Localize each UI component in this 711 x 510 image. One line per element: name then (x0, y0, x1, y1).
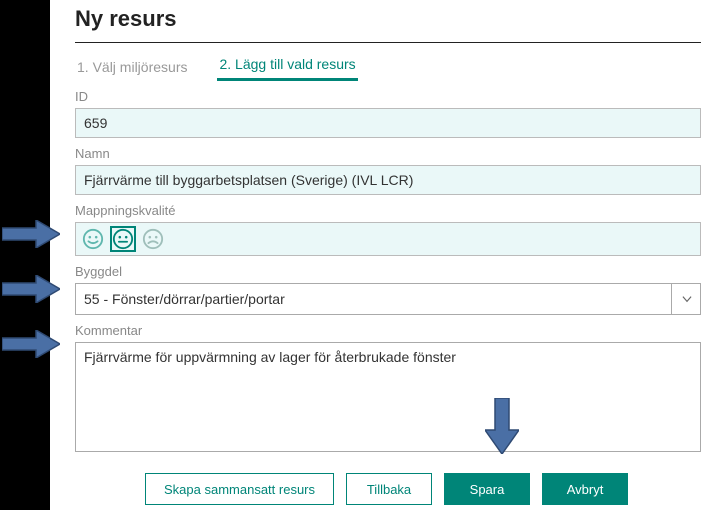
tab-add-selected-resource[interactable]: 2. Lägg till vald resurs (217, 50, 357, 81)
id-value: 659 (84, 115, 107, 131)
title-divider (75, 42, 701, 43)
label-name: Namn (75, 146, 701, 161)
annotation-arrow-quality (2, 220, 60, 248)
annotation-arrow-comment (2, 330, 60, 358)
name-value: Fjärrvärme till byggarbetsplatsen (Sveri… (84, 172, 413, 188)
label-comment: Kommentar (75, 323, 701, 338)
comment-textarea[interactable] (75, 342, 701, 452)
label-quality: Mappningskvalité (75, 203, 701, 218)
page-title: Ny resurs (75, 6, 701, 32)
tabs: 1. Välj miljöresurs 2. Lägg till vald re… (75, 49, 701, 81)
chevron-down-icon[interactable] (671, 283, 701, 315)
face-sad-icon[interactable] (140, 226, 166, 252)
button-row: Skapa sammansatt resurs Tillbaka Spara A… (75, 473, 701, 505)
label-id: ID (75, 89, 701, 104)
annotation-arrow-byggdel (2, 275, 60, 303)
byggdel-select[interactable]: 55 - Fönster/dörrar/partier/portar (75, 283, 701, 315)
label-byggdel: Byggdel (75, 264, 701, 279)
name-field[interactable]: Fjärrvärme till byggarbetsplatsen (Sveri… (75, 165, 701, 195)
face-neutral-icon[interactable] (110, 226, 136, 252)
back-button[interactable]: Tillbaka (346, 473, 432, 505)
annotation-arrow-save (485, 398, 519, 454)
tab-select-resource[interactable]: 1. Välj miljöresurs (75, 53, 189, 81)
cancel-button[interactable]: Avbryt (542, 473, 628, 505)
create-composite-button[interactable]: Skapa sammansatt resurs (145, 473, 334, 505)
face-happy-icon[interactable] (80, 226, 106, 252)
id-field[interactable]: 659 (75, 108, 701, 138)
quality-field (75, 222, 701, 256)
byggdel-value: 55 - Fönster/dörrar/partier/portar (84, 291, 285, 307)
save-button[interactable]: Spara (444, 473, 530, 505)
left-black-band (0, 0, 50, 510)
